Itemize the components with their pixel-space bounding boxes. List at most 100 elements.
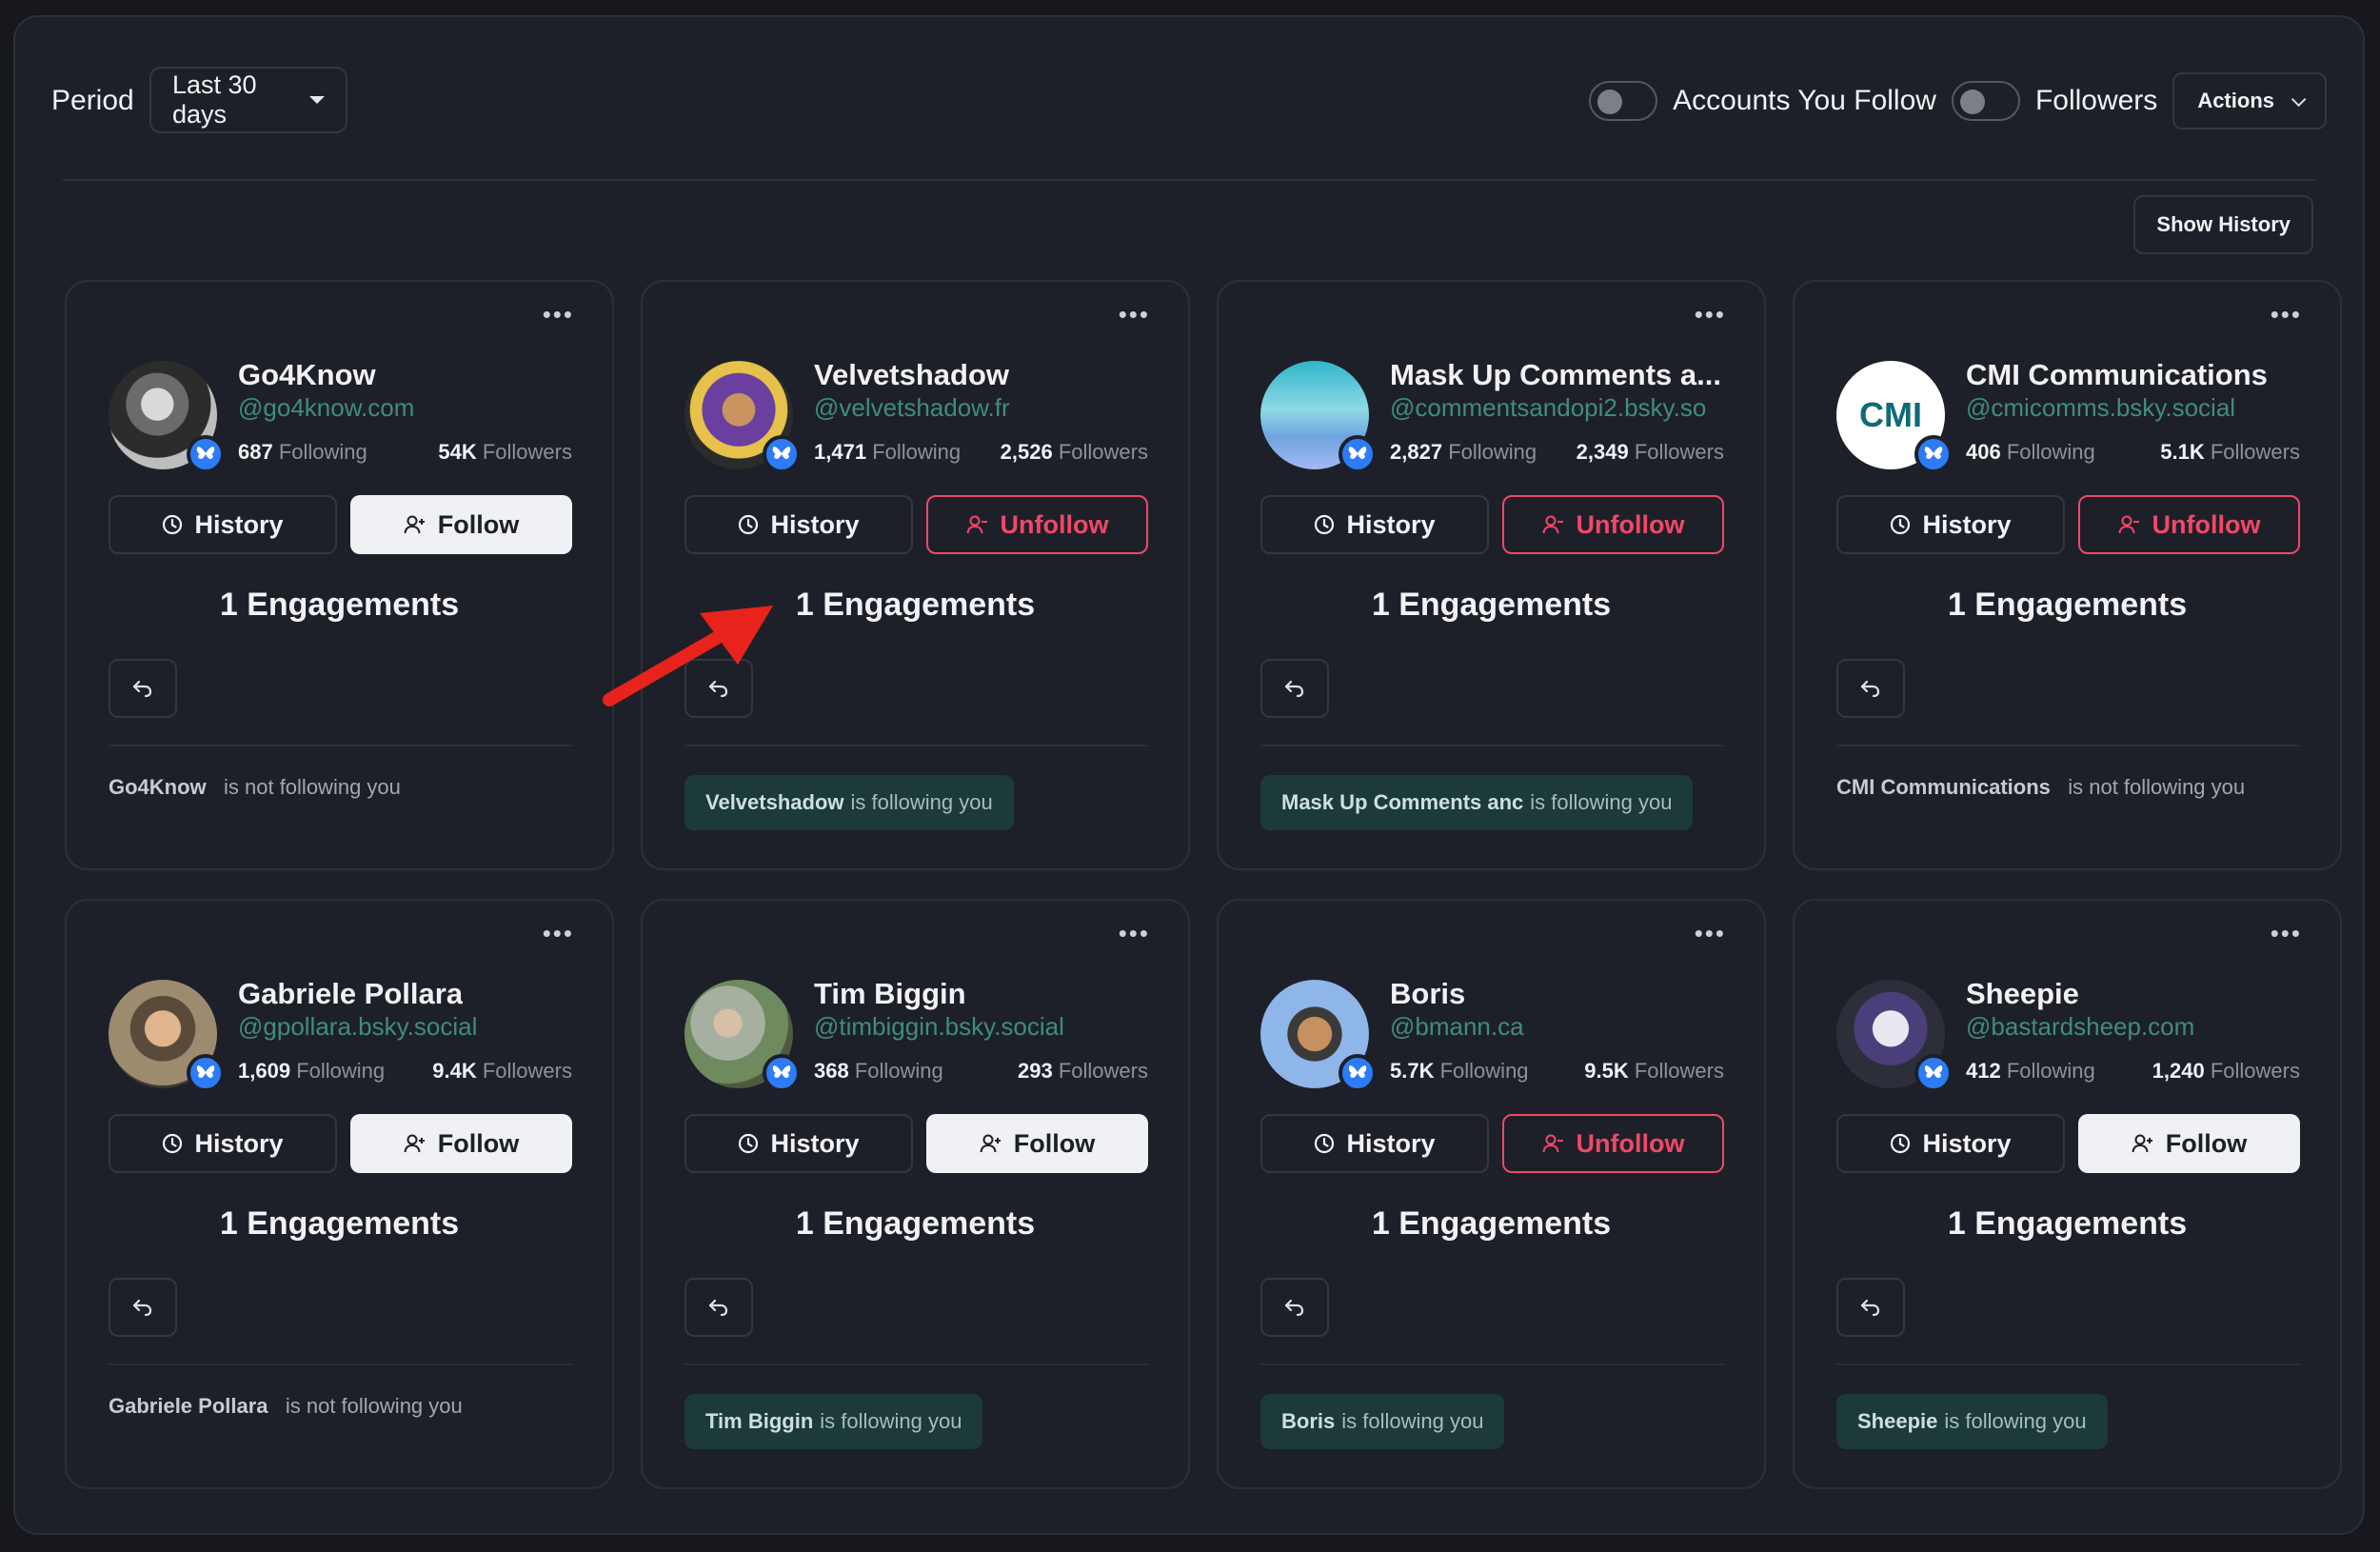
bluesky-butterfly-icon bbox=[1339, 435, 1377, 473]
history-button[interactable]: History bbox=[109, 1114, 337, 1173]
card-divider bbox=[1836, 745, 2300, 746]
status-text: is following you bbox=[820, 1409, 962, 1433]
following-count: 2,827 Following bbox=[1390, 440, 1537, 464]
clock-icon bbox=[163, 514, 183, 535]
show-history-button[interactable]: Show History bbox=[2133, 195, 2313, 254]
unfollow-button[interactable]: Unfollow bbox=[1502, 495, 1724, 554]
more-options-icon[interactable]: ••• bbox=[1119, 302, 1150, 327]
account-handle[interactable]: @go4know.com bbox=[238, 393, 414, 423]
reply-button[interactable] bbox=[684, 659, 753, 718]
account-handle[interactable]: @velvetshadow.fr bbox=[814, 393, 1010, 423]
more-options-icon[interactable]: ••• bbox=[543, 921, 574, 945]
reply-arrow-icon bbox=[1284, 680, 1304, 698]
followers-count: 9.4K Followers bbox=[432, 1059, 572, 1083]
clock-icon bbox=[739, 1133, 759, 1154]
follows-you-badge: Boris is following you bbox=[1260, 1394, 1505, 1449]
follow-button[interactable]: Follow bbox=[350, 495, 572, 554]
not-following-status: Gabriele Pollara is not following you bbox=[109, 1394, 463, 1419]
more-options-icon[interactable]: ••• bbox=[1695, 302, 1726, 327]
accounts-you-follow-label: Accounts You Follow bbox=[1673, 85, 1936, 116]
card-actions: History Follow bbox=[684, 1114, 1148, 1173]
account-handle[interactable]: @cmicomms.bsky.social bbox=[1966, 393, 2235, 423]
actions-button[interactable]: Actions bbox=[2172, 72, 2327, 129]
account-handle[interactable]: @commentsandopi2.bsky.so bbox=[1390, 393, 1706, 423]
account-stats: 1,471 Following 2,526 Followers bbox=[814, 440, 1148, 465]
account-name[interactable]: Boris bbox=[1390, 977, 1465, 1011]
reply-button[interactable] bbox=[684, 1278, 753, 1337]
status-text: is following you bbox=[1341, 1409, 1484, 1433]
history-button[interactable]: History bbox=[1260, 1114, 1489, 1173]
reply-arrow-icon bbox=[708, 1299, 728, 1317]
reply-button[interactable] bbox=[1260, 659, 1329, 718]
bluesky-butterfly-icon bbox=[1914, 1054, 1953, 1092]
account-handle[interactable]: @timbiggin.bsky.social bbox=[814, 1012, 1064, 1042]
followers-toggle[interactable] bbox=[1951, 81, 2020, 121]
engagements-count: 1 Engagements bbox=[219, 1205, 460, 1242]
card-divider bbox=[109, 745, 572, 746]
card-divider bbox=[684, 745, 1148, 746]
account-name[interactable]: Velvetshadow bbox=[814, 358, 1009, 392]
not-following-status: CMI Communications is not following you bbox=[1836, 775, 2245, 800]
account-name[interactable]: Mask Up Comments a... bbox=[1390, 358, 1721, 392]
unfollow-button[interactable]: Unfollow bbox=[2078, 495, 2300, 554]
follows-you-badge: Sheepie is following you bbox=[1836, 1394, 2108, 1449]
account-name[interactable]: Tim Biggin bbox=[814, 977, 966, 1011]
status-text: is not following you bbox=[279, 1394, 463, 1418]
clock-icon bbox=[739, 514, 759, 535]
user-minus-icon bbox=[2118, 515, 2139, 534]
account-handle[interactable]: @bastardsheep.com bbox=[1966, 1012, 2194, 1042]
app-frame: Period Last 30 days Accounts You Follow … bbox=[13, 15, 2365, 1535]
more-options-icon[interactable]: ••• bbox=[1119, 921, 1150, 945]
followers-count: 293 Followers bbox=[1018, 1059, 1148, 1083]
account-handle[interactable]: @bmann.ca bbox=[1390, 1012, 1524, 1042]
history-button[interactable]: History bbox=[684, 1114, 913, 1173]
account-name[interactable]: CMI Communications bbox=[1966, 358, 2268, 392]
reply-button[interactable] bbox=[109, 1278, 177, 1337]
status-account-name: Gabriele Pollara bbox=[109, 1394, 280, 1418]
account-card: ••• Boris @bmann.ca 5.7K Following 9.5K … bbox=[1217, 899, 1766, 1489]
user-plus-icon bbox=[980, 1134, 1001, 1153]
account-stats: 5.7K Following 9.5K Followers bbox=[1390, 1059, 1724, 1084]
follow-button[interactable]: Follow bbox=[2078, 1114, 2300, 1173]
more-options-icon[interactable]: ••• bbox=[1695, 921, 1726, 945]
account-card: ••• Go4Know @go4know.com 687 Following 5… bbox=[65, 280, 614, 870]
follow-button[interactable]: Follow bbox=[926, 1114, 1148, 1173]
more-options-icon[interactable]: ••• bbox=[543, 302, 574, 327]
account-name[interactable]: Gabriele Pollara bbox=[238, 977, 463, 1011]
reply-button[interactable] bbox=[1260, 1278, 1329, 1337]
accounts-you-follow-toggle[interactable] bbox=[1589, 81, 1658, 121]
account-card: ••• Tim Biggin @timbiggin.bsky.social 36… bbox=[641, 899, 1190, 1489]
unfollow-button[interactable]: Unfollow bbox=[1502, 1114, 1724, 1173]
reply-button[interactable] bbox=[109, 659, 177, 718]
period-select[interactable]: Last 30 days bbox=[149, 67, 347, 133]
history-button[interactable]: History bbox=[1260, 495, 1489, 554]
followers-count: 9.5K Followers bbox=[1584, 1059, 1724, 1083]
user-plus-icon bbox=[2132, 1134, 2152, 1153]
history-button[interactable]: History bbox=[684, 495, 913, 554]
clock-icon bbox=[1891, 514, 1911, 535]
unfollow-button[interactable]: Unfollow bbox=[926, 495, 1148, 554]
more-options-icon[interactable]: ••• bbox=[2271, 302, 2302, 327]
reply-arrow-icon bbox=[132, 680, 152, 698]
clock-icon bbox=[1315, 1133, 1335, 1154]
following-count: 1,609 Following bbox=[238, 1059, 386, 1083]
account-stats: 2,827 Following 2,349 Followers bbox=[1390, 440, 1724, 465]
history-button[interactable]: History bbox=[1836, 1114, 2065, 1173]
bluesky-butterfly-icon bbox=[1339, 1054, 1377, 1092]
status-account-name: Sheepie bbox=[1857, 1409, 1938, 1433]
engagements-count: 1 Engagements bbox=[1947, 587, 2188, 623]
reply-arrow-icon bbox=[132, 1299, 152, 1317]
reply-button[interactable] bbox=[1836, 659, 1905, 718]
reply-button[interactable] bbox=[1836, 1278, 1905, 1337]
account-name[interactable]: Go4Know bbox=[238, 358, 376, 392]
account-handle[interactable]: @gpollara.bsky.social bbox=[238, 1012, 477, 1042]
more-options-icon[interactable]: ••• bbox=[2271, 921, 2302, 945]
reply-arrow-icon bbox=[708, 680, 728, 698]
follow-button[interactable]: Follow bbox=[350, 1114, 572, 1173]
user-minus-icon bbox=[966, 515, 987, 534]
account-name[interactable]: Sheepie bbox=[1966, 977, 2079, 1011]
card-actions: History Unfollow bbox=[1836, 495, 2300, 554]
history-button[interactable]: History bbox=[1836, 495, 2065, 554]
history-button[interactable]: History bbox=[109, 495, 337, 554]
engagements-count: 1 Engagements bbox=[795, 587, 1036, 623]
